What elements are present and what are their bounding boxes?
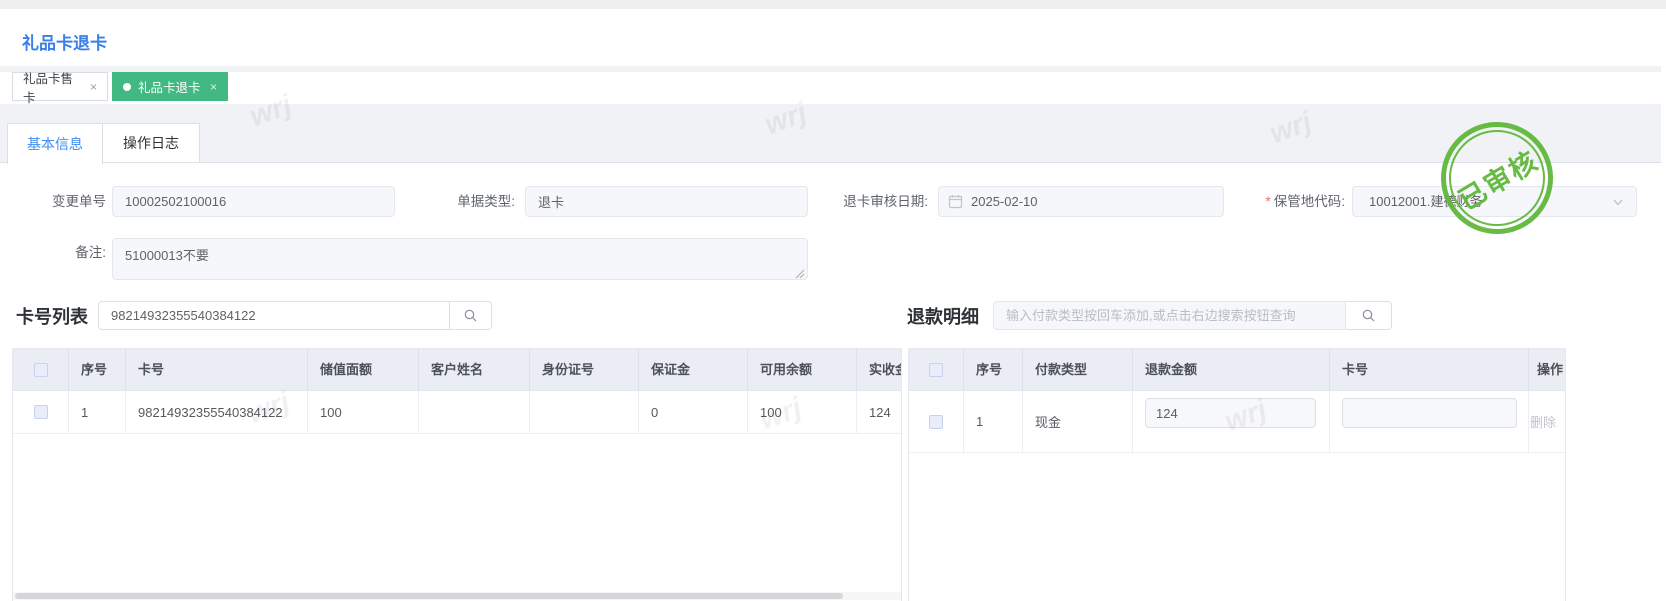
cell-balance: 100 — [748, 391, 857, 434]
refund-detail-table: 序号 付款类型 退款金额 卡号 操作 1 现金 删除 — [908, 348, 1566, 601]
card-list-row: 1 98214932355540384122 100 0 100 124 — [13, 391, 901, 434]
cell-pay-type: 现金 — [1023, 391, 1133, 453]
col-seq: 序号 — [69, 349, 126, 390]
window-tab-gift-card-sale[interactable]: 礼品卡售卡 × — [12, 72, 108, 105]
col-received: 实收金额 — [869, 362, 901, 377]
tabs-band — [0, 104, 1661, 162]
cell-deposit: 0 — [639, 391, 748, 434]
col-customer: 客户姓名 — [419, 349, 530, 390]
window-tab-bar: 礼品卡售卡 × 礼品卡退卡 × — [0, 72, 1661, 105]
page-header: 礼品卡退卡 — [0, 9, 1661, 66]
refund-header-row: 序号 付款类型 退款金额 卡号 操作 — [909, 349, 1565, 391]
card-search-group — [98, 301, 492, 330]
tab-basic-info[interactable]: 基本信息 — [7, 123, 103, 164]
change-no-field[interactable] — [112, 186, 395, 217]
active-dot-icon — [123, 82, 131, 91]
search-icon — [464, 309, 477, 322]
card-list-table: 序号 卡号 储值面额 客户姓名 身份证号 保证金 可用余额 实收金额 1 982… — [12, 348, 902, 601]
card-no-input[interactable] — [1342, 398, 1517, 428]
doc-type-label: 单据类型: — [457, 194, 515, 209]
col-face-value: 储值面额 — [308, 349, 419, 390]
window-tab-label: 礼品卡退卡 — [138, 81, 201, 95]
delete-row-button[interactable]: 删除 — [1529, 412, 1565, 431]
close-icon[interactable]: × — [210, 80, 217, 94]
refund-search-button[interactable] — [1346, 301, 1392, 330]
page-title: 礼品卡退卡 — [22, 34, 107, 53]
storage-location-label: * 保管地代码: — [1265, 194, 1345, 209]
col-deposit: 保证金 — [639, 349, 748, 390]
col-balance: 可用余额 — [748, 349, 857, 390]
cell-face-value: 100 — [308, 391, 419, 434]
horizontal-scrollbar[interactable] — [13, 592, 901, 600]
chevron-down-icon — [1613, 199, 1623, 206]
card-list-title: 卡号列表 — [16, 307, 88, 327]
storage-location-select[interactable]: 10012001.建德财务 — [1352, 186, 1637, 217]
tab-operation-log[interactable]: 操作日志 — [103, 123, 200, 163]
col-id-no: 身份证号 — [530, 349, 639, 390]
change-no-label: 变更单号 — [52, 194, 106, 209]
col-card-no: 卡号 — [126, 349, 308, 390]
col-action: 操作 — [1537, 362, 1564, 377]
refund-detail-title: 退款明细 — [907, 307, 979, 327]
card-search-button[interactable] — [450, 301, 492, 330]
card-list-header-row: 序号 卡号 储值面额 客户姓名 身份证号 保证金 可用余额 实收金额 — [13, 349, 901, 391]
cell-card-no: 98214932355540384122 — [126, 391, 308, 434]
cell-id-no — [530, 391, 639, 434]
col-pay-type: 付款类型 — [1023, 349, 1133, 390]
select-all-checkbox[interactable] — [929, 362, 943, 377]
refund-amount-input[interactable] — [1145, 398, 1316, 428]
col-card-no: 卡号 — [1330, 349, 1529, 390]
row-checkbox[interactable] — [33, 405, 48, 419]
row-checkbox[interactable] — [929, 414, 943, 429]
audit-date-label: 退卡审核日期: — [843, 194, 928, 209]
col-seq: 序号 — [964, 349, 1023, 390]
search-icon — [1362, 309, 1375, 322]
col-amount: 退款金额 — [1133, 349, 1330, 390]
select-all-checkbox[interactable] — [33, 362, 48, 377]
scrollbar-thumb[interactable] — [15, 593, 843, 599]
cell-received: 124 — [857, 391, 901, 434]
gift-card-refund-page: 礼品卡退卡 礼品卡售卡 × 礼品卡退卡 × 基本信息 操作日志 变更单号 单据类… — [0, 0, 1666, 601]
required-asterisk: * — [1265, 194, 1271, 209]
window-tab-label: 礼品卡售卡 — [23, 71, 74, 105]
cell-seq: 1 — [964, 391, 1023, 453]
refund-row: 1 现金 删除 — [909, 391, 1565, 453]
cell-seq: 1 — [69, 391, 126, 434]
card-search-input[interactable] — [98, 301, 450, 330]
refund-search-input[interactable] — [993, 301, 1346, 330]
remark-label: 备注: — [75, 245, 106, 260]
remark-field[interactable] — [112, 238, 808, 280]
close-icon[interactable]: × — [90, 80, 97, 94]
cell-customer — [419, 391, 530, 434]
refund-search-group — [993, 301, 1392, 330]
window-tab-gift-card-refund[interactable]: 礼品卡退卡 × — [112, 72, 228, 101]
storage-location-value: 10012001.建德财务 — [1369, 194, 1483, 209]
calendar-icon — [948, 195, 963, 209]
top-strip — [0, 0, 1666, 9]
